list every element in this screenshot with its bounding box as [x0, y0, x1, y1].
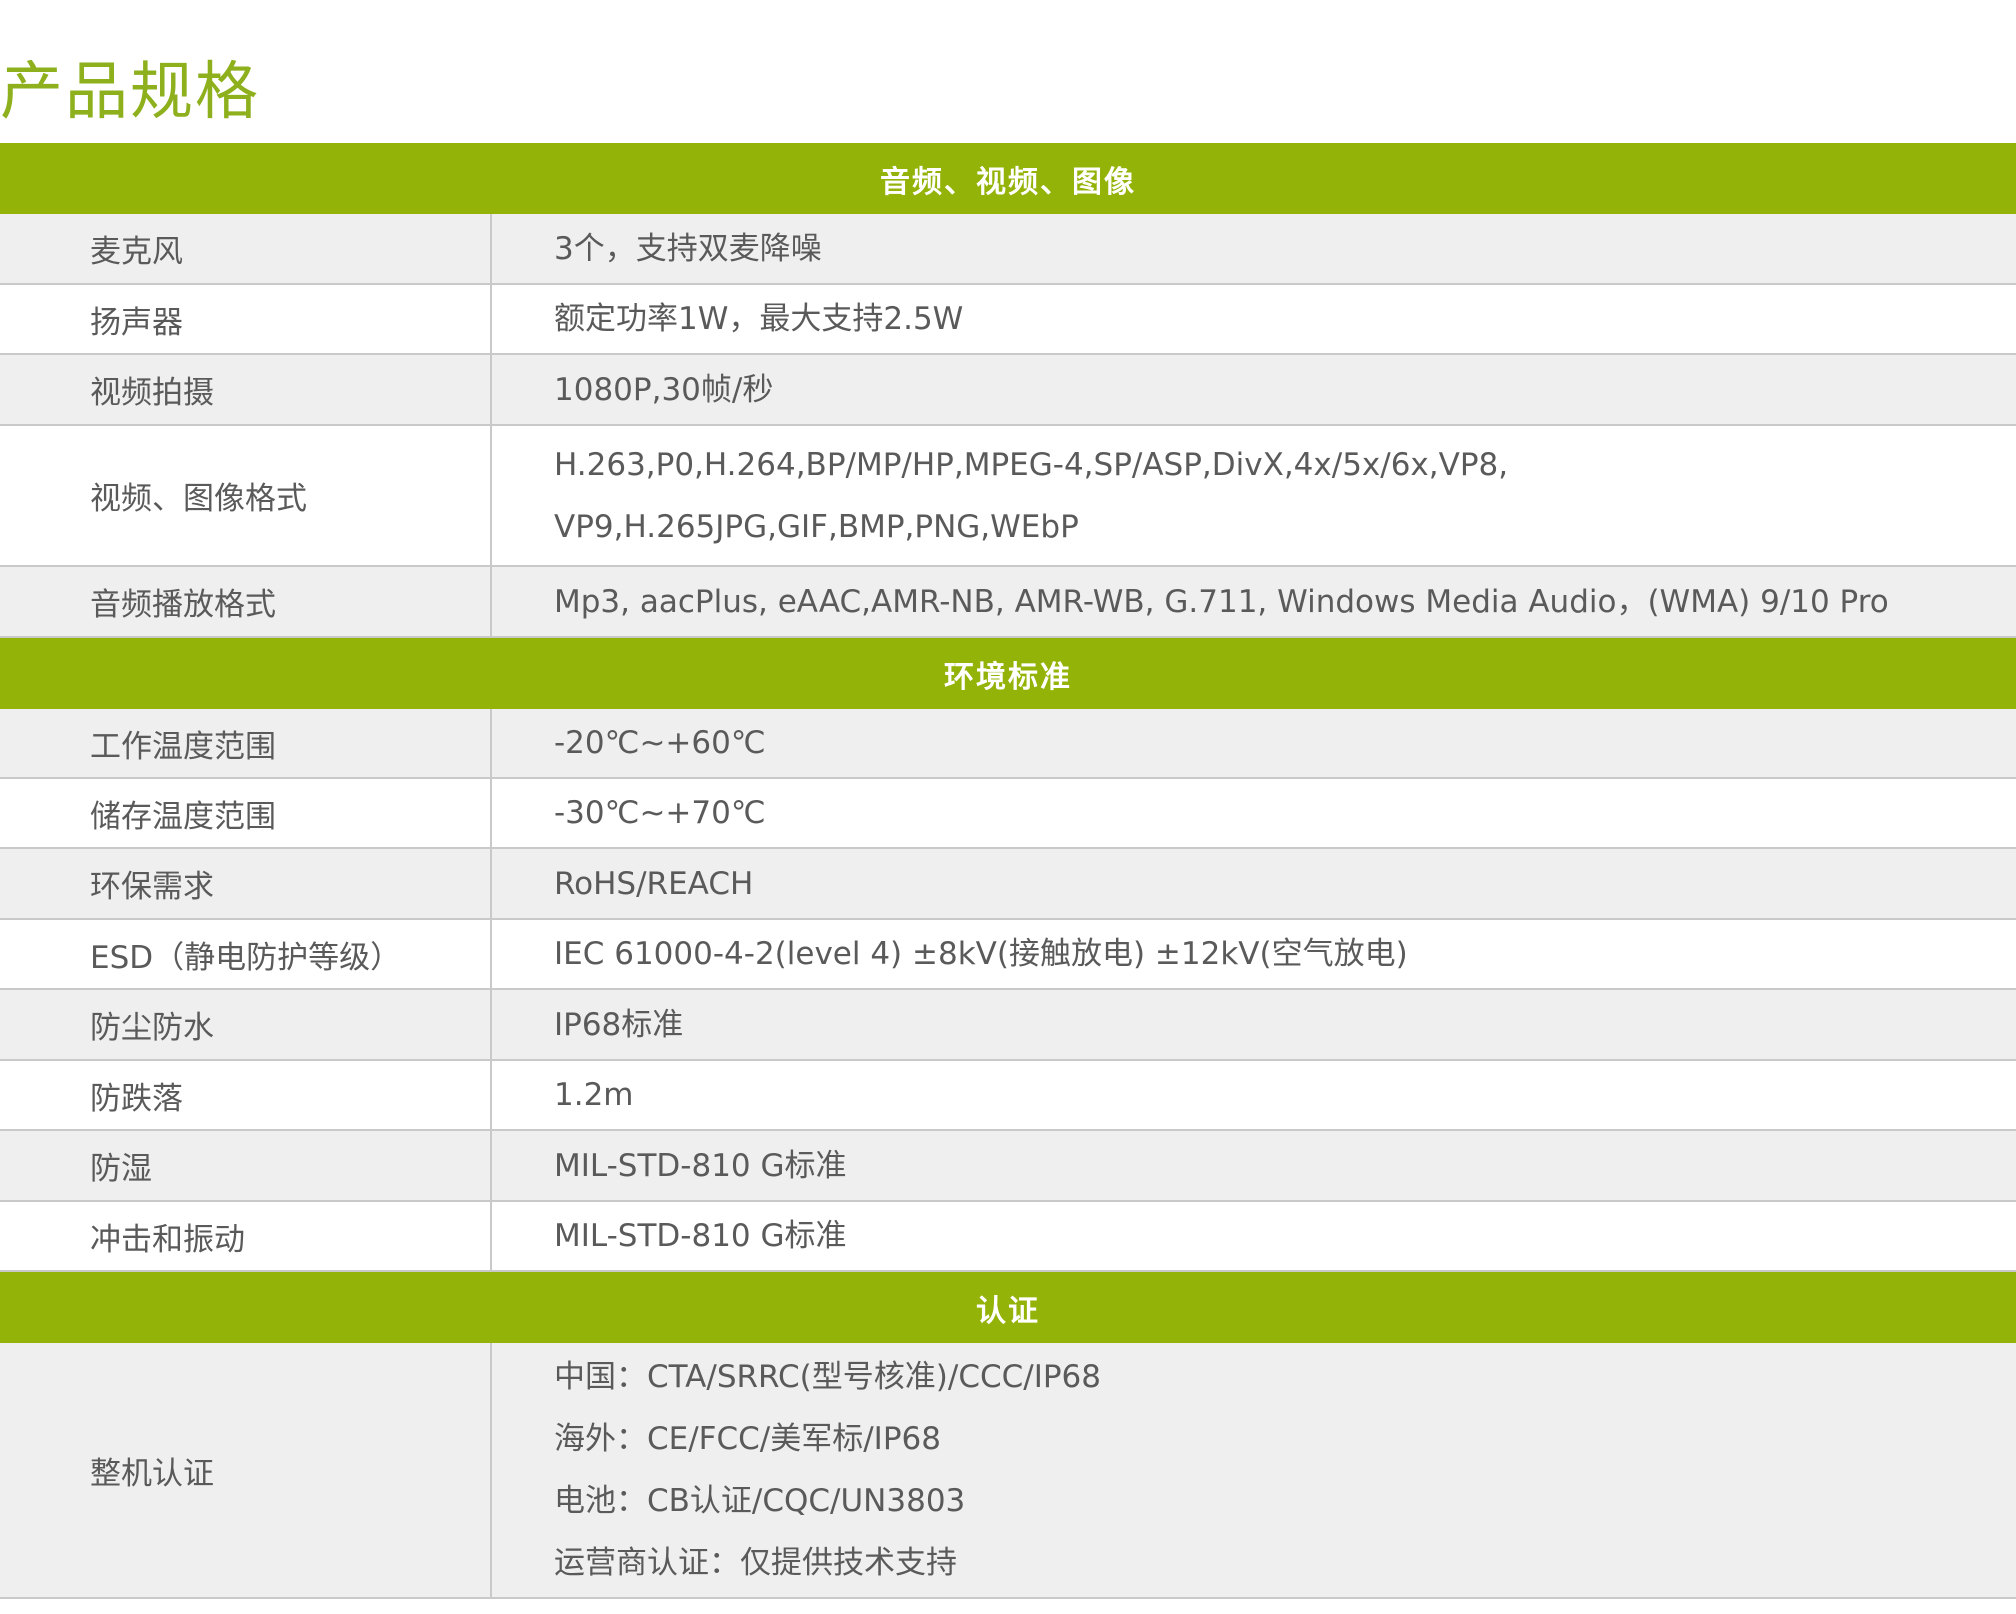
value-line: 额定功率1W，最大支持2.5W: [554, 301, 964, 337]
value-line: MIL-STD-810 G标准: [554, 1218, 847, 1254]
section-header-av: 音频、视频、图像: [0, 143, 2016, 214]
table-row: 整机认证 中国：CTA/SRRC(型号核准)/CCC/IP68 海外：CE/FC…: [0, 1343, 2016, 1599]
row-value: 1.2m: [492, 1061, 2016, 1129]
row-value: 1080P,30帧/秒: [492, 355, 2016, 424]
row-label: 工作温度范围: [0, 709, 492, 777]
row-label: 视频拍摄: [0, 355, 492, 424]
value-line: 1.2m: [554, 1077, 634, 1113]
row-value: RoHS/REACH: [492, 849, 2016, 918]
row-label: 环保需求: [0, 849, 492, 918]
row-label: ESD（静电防护等级）: [0, 920, 492, 988]
table-row: 音频播放格式 Mp3, aacPlus, eAAC,AMR-NB, AMR-WB…: [0, 567, 2016, 638]
value-line: H.263,P0,H.264,BP/MP/HP,MPEG-4,SP/ASP,Di…: [554, 446, 1509, 483]
row-label: 扬声器: [0, 285, 492, 353]
value-line: 中国：CTA/SRRC(型号核准)/CCC/IP68: [554, 1359, 1101, 1395]
value-line: 1080P,30帧/秒: [554, 371, 774, 408]
table-row: 麦克风 3个，支持双麦降噪: [0, 214, 2016, 285]
table-row: 环保需求 RoHS/REACH: [0, 849, 2016, 920]
table-row: ESD（静电防护等级） IEC 61000-4-2(level 4) ±8kV(…: [0, 920, 2016, 990]
row-value: IP68标准: [492, 990, 2016, 1059]
value-line: 海外：CE/FCC/美军标/IP68: [554, 1421, 941, 1457]
table-row: 储存温度范围 -30℃~+70℃: [0, 779, 2016, 849]
table-row: 防跌落 1.2m: [0, 1061, 2016, 1131]
row-label: 冲击和振动: [0, 1202, 492, 1270]
section-header-certification: 认证: [0, 1272, 2016, 1343]
row-value: H.263,P0,H.264,BP/MP/HP,MPEG-4,SP/ASP,Di…: [492, 426, 2016, 565]
value-line: Mp3, aacPlus, eAAC,AMR-NB, AMR-WB, G.711…: [554, 583, 1889, 620]
value-line: 3个，支持双麦降噪: [554, 230, 822, 267]
row-label: 整机认证: [0, 1343, 492, 1597]
row-label: 防跌落: [0, 1061, 492, 1129]
section-header-environment: 环境标准: [0, 638, 2016, 709]
row-value: 中国：CTA/SRRC(型号核准)/CCC/IP68 海外：CE/FCC/美军标…: [492, 1343, 2016, 1597]
row-value: -30℃~+70℃: [492, 779, 2016, 847]
row-value: -20℃~+60℃: [492, 709, 2016, 777]
row-value: 3个，支持双麦降噪: [492, 214, 2016, 283]
value-line: -20℃~+60℃: [554, 725, 766, 761]
row-value: MIL-STD-810 G标准: [492, 1131, 2016, 1200]
table-row: 扬声器 额定功率1W，最大支持2.5W: [0, 285, 2016, 355]
page-title: 产品规格: [0, 55, 260, 128]
table-row: 冲击和振动 MIL-STD-810 G标准: [0, 1202, 2016, 1272]
value-line: MIL-STD-810 G标准: [554, 1147, 847, 1184]
value-line: IP68标准: [554, 1006, 684, 1043]
value-line: IEC 61000-4-2(level 4) ±8kV(接触放电) ±12kV(…: [554, 936, 1408, 972]
value-line: VP9,H.265JPG,GIF,BMP,PNG,WEbP: [554, 508, 1079, 545]
table-row: 视频、图像格式 H.263,P0,H.264,BP/MP/HP,MPEG-4,S…: [0, 426, 2016, 567]
value-line: RoHS/REACH: [554, 865, 754, 902]
value-line: -30℃~+70℃: [554, 795, 766, 831]
row-label: 视频、图像格式: [0, 426, 492, 565]
row-label: 储存温度范围: [0, 779, 492, 847]
value-line: 运营商认证：仅提供技术支持: [554, 1545, 957, 1581]
row-value: Mp3, aacPlus, eAAC,AMR-NB, AMR-WB, G.711…: [492, 567, 2016, 636]
table-row: 视频拍摄 1080P,30帧/秒: [0, 355, 2016, 426]
spec-table: 音频、视频、图像 麦克风 3个，支持双麦降噪 扬声器 额定功率1W，最大支持2.…: [0, 143, 2016, 1599]
row-value: IEC 61000-4-2(level 4) ±8kV(接触放电) ±12kV(…: [492, 920, 2016, 988]
row-label: 麦克风: [0, 214, 492, 283]
row-value: MIL-STD-810 G标准: [492, 1202, 2016, 1270]
row-label: 防湿: [0, 1131, 492, 1200]
row-label: 防尘防水: [0, 990, 492, 1059]
value-line: 电池：CB认证/CQC/UN3803: [554, 1483, 966, 1519]
table-row: 工作温度范围 -20℃~+60℃: [0, 709, 2016, 779]
row-value: 额定功率1W，最大支持2.5W: [492, 285, 2016, 353]
table-row: 防尘防水 IP68标准: [0, 990, 2016, 1061]
row-label: 音频播放格式: [0, 567, 492, 636]
table-row: 防湿 MIL-STD-810 G标准: [0, 1131, 2016, 1202]
